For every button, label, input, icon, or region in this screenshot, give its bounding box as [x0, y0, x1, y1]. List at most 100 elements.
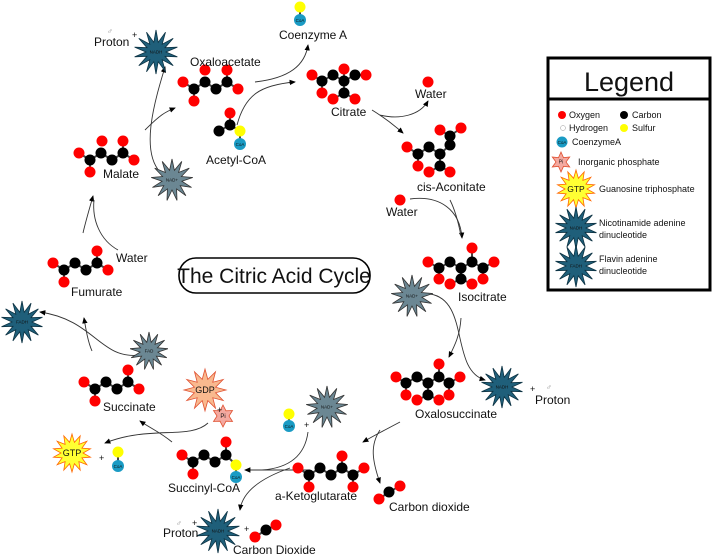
gtp-star-icon: GTP: [52, 432, 92, 474]
arrow-to-coenzymeA: [254, 44, 310, 83]
carbon-atom: [433, 262, 445, 274]
arrow-water3-in: [93, 199, 119, 251]
citrate-molecule: [306, 63, 372, 105]
carbon-atom: [89, 383, 101, 395]
oxygen-atom: [443, 389, 455, 401]
oxygen-atom: [78, 376, 90, 388]
nadh-star-icon-glyph: NADH: [212, 529, 225, 534]
nad-plus-star-icon: NAD+: [391, 274, 433, 317]
label-proton-right: Proton: [535, 393, 570, 407]
oxygen-atom: [96, 135, 108, 147]
carbon-atom: [58, 264, 70, 276]
coenzyme-a-molecule: CoA: [294, 1, 306, 26]
oxygen-atom: [434, 124, 446, 136]
oxygen-atom: [373, 493, 385, 505]
arrow-succinylcoa-to-succinate: [139, 420, 173, 443]
carbon-atom: [111, 383, 123, 395]
oxygen-atom: [128, 154, 140, 166]
fadh-star-glyph: FADH: [570, 264, 582, 269]
carbon-atom: [210, 83, 222, 95]
label-oxaloacetate: Oxaloacetate: [190, 55, 261, 69]
nadh-star-icon-glyph: NADH: [150, 50, 163, 55]
coa-glyph: CoA: [232, 475, 241, 480]
oxygen-atom: [338, 63, 350, 75]
arrow-fumurate-to-malate: [82, 195, 95, 234]
carbon-atom: [327, 69, 339, 81]
carbon-atom: [198, 449, 210, 461]
carbon-atom: [434, 148, 446, 160]
arrow-to-water1: [379, 100, 429, 118]
carbon-atom: [383, 486, 395, 498]
label-proton-top: Proton: [94, 35, 129, 49]
coa-free-1-molecule: CoA: [283, 408, 295, 432]
hydrogen-atom-icon: [560, 125, 566, 131]
coa-glyph: CoA: [236, 142, 245, 147]
oxygen-atom: [390, 371, 402, 383]
gtp-star-icon-glyph: GTP: [63, 448, 82, 458]
oxygen-atom: [422, 256, 434, 268]
carbon-atom: [314, 462, 326, 474]
oxygen-atom: [292, 462, 304, 474]
carbon-atom: [455, 262, 467, 274]
proton-symbol: ♂: [107, 27, 113, 36]
carbon-atom: [336, 462, 348, 474]
legend-label-fadh-2: dinucleotide: [599, 266, 647, 276]
oxygen-atom: [401, 141, 413, 153]
oxygen-atom: [433, 273, 445, 285]
label-succinyl-coa: Succinyl-CoA: [168, 481, 240, 495]
proton-symbol: ♂: [546, 383, 552, 392]
oxygen-atom: [133, 383, 145, 395]
arrow-cisaconitate-down: [449, 199, 462, 237]
oxygen-atom: [306, 69, 318, 81]
oxygen-atom: [433, 394, 445, 406]
label-isocitrate: Isocitrate: [458, 290, 507, 304]
oxygen-atom: [187, 468, 199, 480]
carbon-atom: [95, 147, 107, 159]
label-carbon-dioxide-2: Carbon Dioxide: [233, 543, 316, 557]
plus-sign: +: [99, 453, 104, 463]
oxygen-atom: [224, 107, 236, 119]
oxygen-atom: [444, 278, 456, 290]
legend-label-gtp: Guanosine triphosphate: [599, 184, 695, 194]
oxygen-atom: [466, 278, 478, 290]
plus-sign: +: [217, 405, 222, 415]
sulfur-atom: [283, 408, 295, 420]
oxygen-atom: [394, 480, 406, 492]
arrow-nad-to-nadh-top: [149, 66, 167, 173]
coa-free-2-molecule: CoA: [112, 446, 124, 472]
title-box: The Citric Acid Cycle: [177, 257, 371, 294]
carbon-atom: [224, 119, 236, 131]
label-coenzyme-a: Coenzyme A: [279, 28, 347, 42]
legend-label-carbon: Carbon: [632, 110, 662, 120]
oxygen-atom: [358, 462, 370, 474]
plus-sign: +: [244, 524, 249, 534]
plus-sign: +: [192, 518, 197, 528]
carbon-atom: [80, 264, 92, 276]
oxaloacetate-molecule: [177, 64, 244, 107]
oxygen-atom: [249, 531, 261, 543]
oxygen-atom: [89, 395, 101, 407]
pi-star-glyph: Pi: [559, 160, 563, 166]
carbon-atom: [444, 130, 456, 142]
carbon-atom: [220, 449, 232, 461]
oxygen-atom: [270, 519, 282, 531]
nad-plus-star-icon-glyph: NAD+: [166, 178, 179, 183]
succinyl-coa-molecule: CoA: [176, 436, 242, 483]
carbon-atom: [433, 371, 445, 383]
oxygen-atom: [349, 93, 361, 105]
carbon-atom: [455, 273, 467, 285]
label-cis-aconitate: cis-Aconitate: [417, 180, 486, 194]
label-proton-bottom: Proton: [163, 526, 198, 540]
label-water-1: Water: [415, 87, 447, 101]
carbon-atom: [422, 377, 434, 389]
fad-star-icon: FAD: [129, 331, 169, 370]
legend-title: Legend: [584, 67, 674, 97]
water-oxygen-atom: [394, 194, 406, 206]
arrow-isocitrate-to-oxalosuccinate: [448, 317, 462, 358]
oxygen-atom: [360, 69, 372, 81]
carbon-atom: [117, 147, 129, 159]
fadh-star-icon: FADH: [1, 300, 43, 344]
coa-glyph: CoA: [114, 464, 123, 469]
arrow-gdp-to-gtp: [104, 422, 209, 444]
nadh-star-glyph: NADH: [570, 226, 583, 231]
